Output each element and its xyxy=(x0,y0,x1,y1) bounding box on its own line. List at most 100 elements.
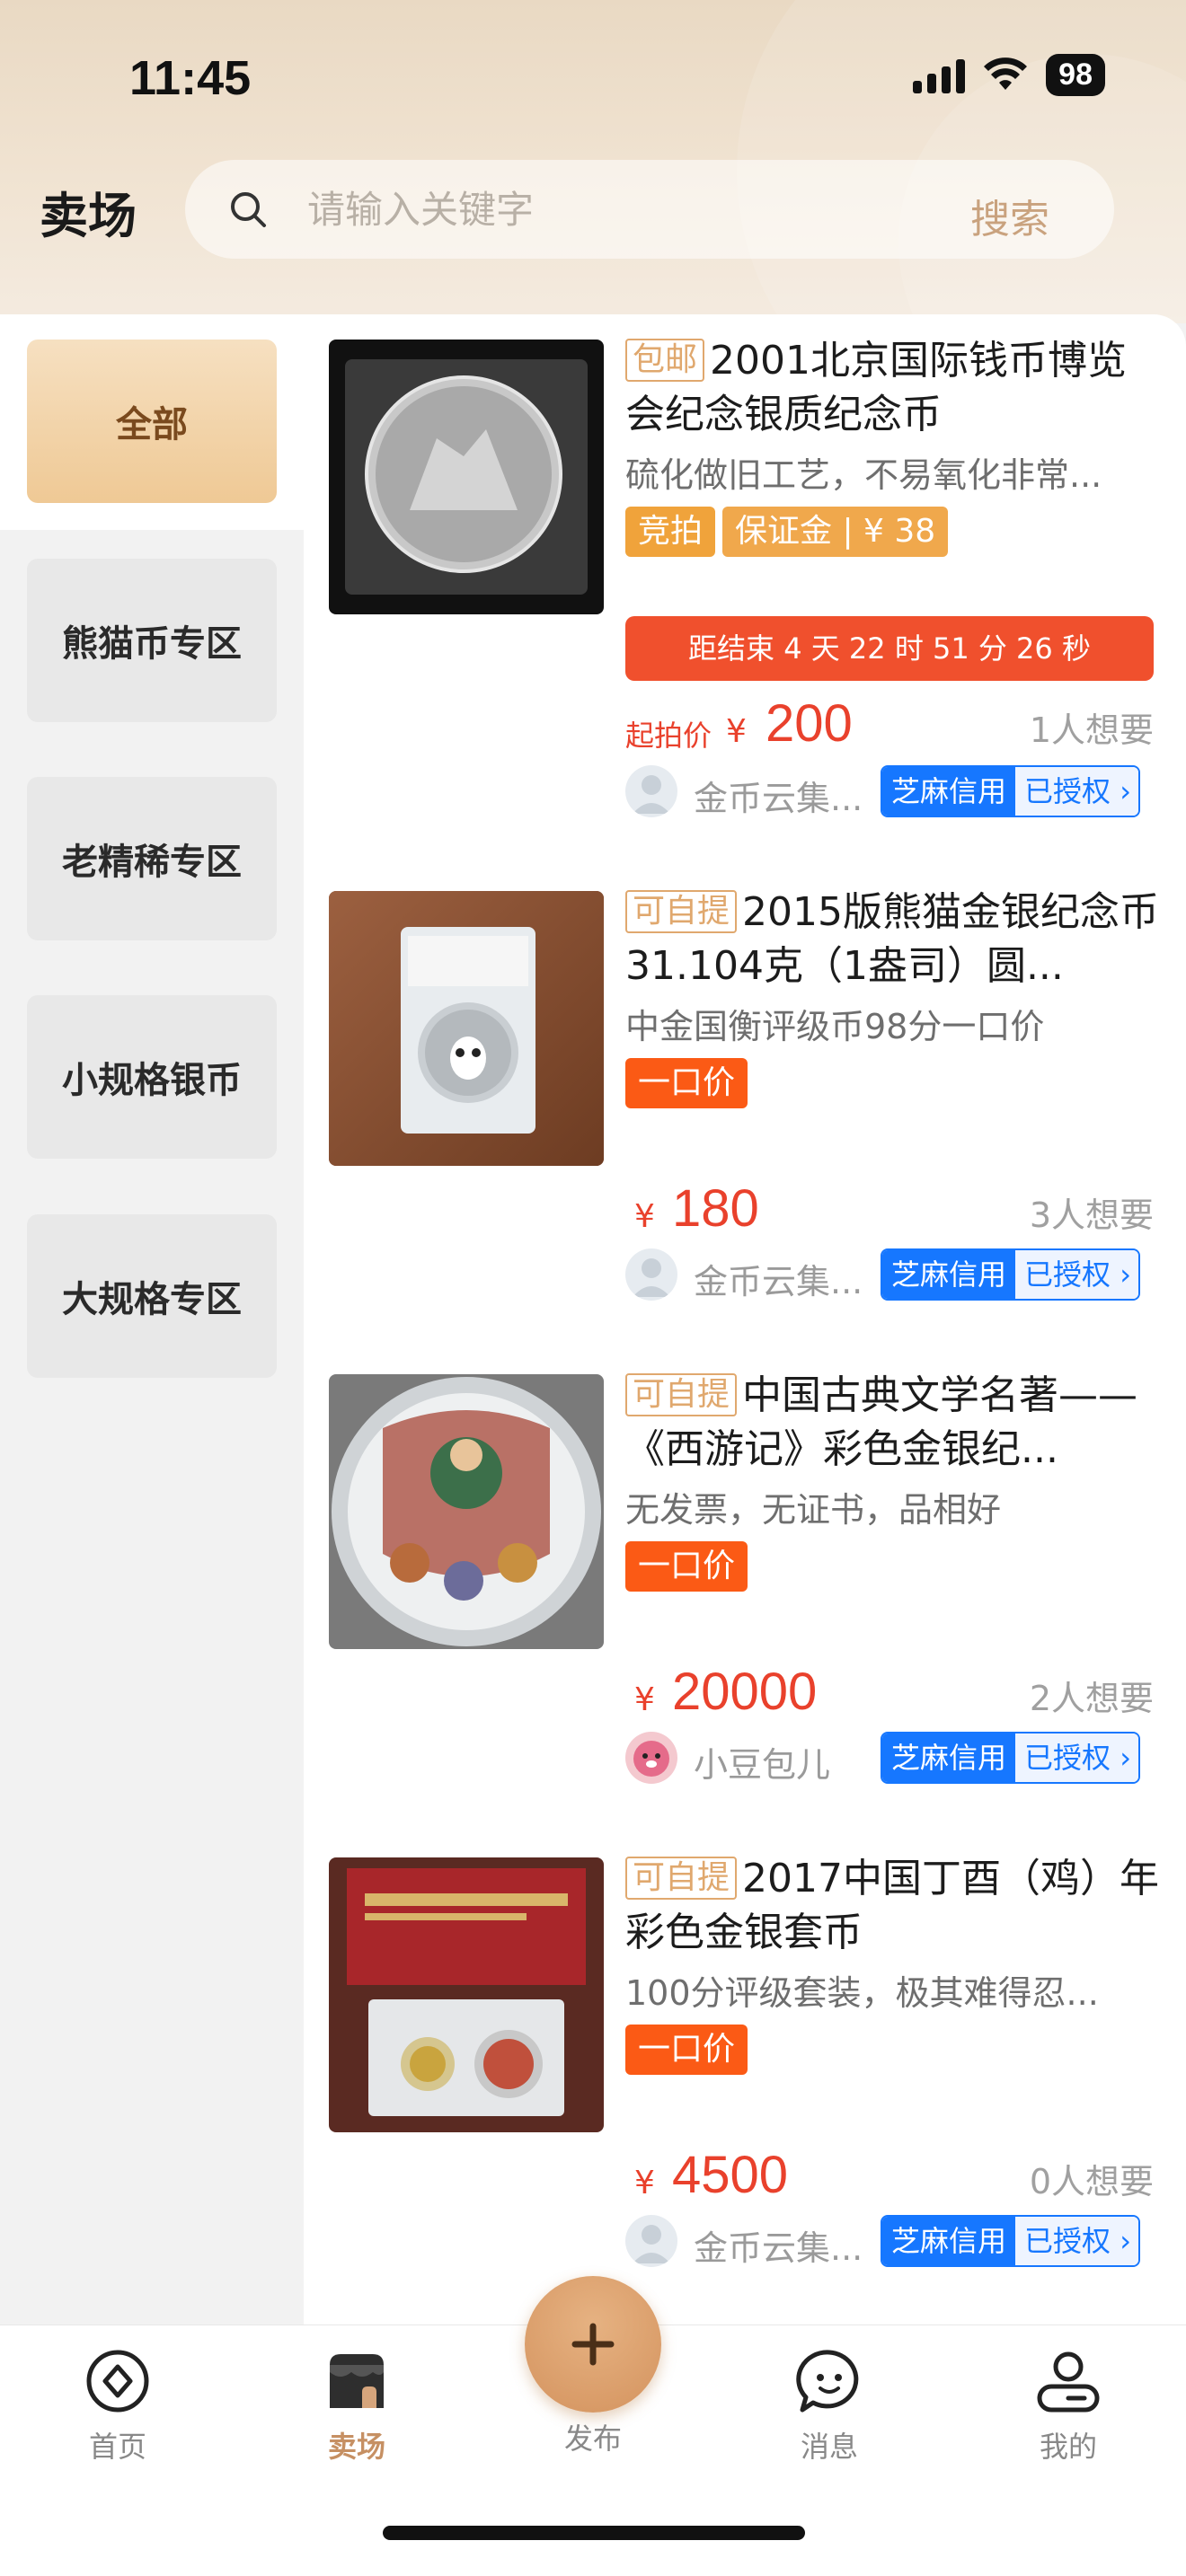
status-icons: 98 xyxy=(913,54,1105,96)
seller-row: 金币云集... 芝麻信用 已授权 › xyxy=(625,765,1164,820)
nav-profile[interactable]: 我的 xyxy=(1001,2345,1136,2466)
auction-countdown: 距结束 4 天 22 时 51 分 26 秒 xyxy=(625,616,1154,681)
home-compass-icon xyxy=(86,2350,149,2413)
credit-status: 已授权 › xyxy=(1015,1250,1138,1299)
wants-count: 3人想要 xyxy=(1029,1195,1154,1235)
price-row: ¥ 20000 2人想要 xyxy=(625,1658,1154,1721)
listing-panel: 包邮 2001北京国际钱币博览会纪念银质纪念币 硫化做旧工艺，不易氧化非常... … xyxy=(304,314,1186,2326)
wifi-icon xyxy=(984,57,1028,90)
listing-badges: 竞拍 保证金 | ¥ 38 xyxy=(625,507,949,557)
list-item[interactable]: 可自提 2017中国丁酉（鸡）年彩色金银套币 100分评级套装，极其难得忍... … xyxy=(329,1832,1164,2317)
listing-description: 无发票，无证书，品相好 xyxy=(625,1490,1002,1530)
credit-badge[interactable]: 芝麻信用 已授权 › xyxy=(881,765,1140,817)
seller-name[interactable]: 小豆包儿 xyxy=(694,1737,873,1786)
avatar[interactable] xyxy=(625,1732,677,1784)
wants-count: 2人想要 xyxy=(1029,1679,1154,1718)
store-icon xyxy=(330,2354,384,2408)
seller-row: 小豆包儿 芝麻信用 已授权 › xyxy=(625,1732,1164,1786)
price-value: 180 xyxy=(672,1179,759,1238)
credit-badge[interactable]: 芝麻信用 已授权 › xyxy=(881,1248,1140,1301)
currency-symbol: ¥ xyxy=(634,1681,655,1718)
seller-row: 金币云集... 芝麻信用 已授权 › xyxy=(625,1248,1164,1301)
nav-label: 我的 xyxy=(1039,2430,1097,2464)
nav-label: 首页 xyxy=(88,2430,146,2464)
listing-description: 100分评级套装，极其难得忍... xyxy=(625,1973,1099,2013)
search-icon xyxy=(231,192,266,227)
pickup-tag: 可自提 xyxy=(625,1373,738,1416)
sidebar-item-large[interactable]: 大规格专区 xyxy=(27,1214,277,1378)
deposit-badge: 保证金 | ¥ 38 xyxy=(722,507,949,557)
pickup-tag: 可自提 xyxy=(625,890,738,933)
category-sidebar: 全部 熊猫币专区 老精稀专区 小规格银币 大规格专区 xyxy=(0,314,304,2326)
credit-label: 芝麻信用 xyxy=(882,767,1016,816)
seller-name[interactable]: 金币云集... xyxy=(694,1254,873,1303)
plus-icon xyxy=(571,2323,615,2366)
nav-label: 卖场 xyxy=(327,2430,385,2464)
credit-badge[interactable]: 芝麻信用 已授权 › xyxy=(881,2215,1140,2267)
profile-icon xyxy=(1037,2351,1100,2413)
listing-title: 可自提 2015版熊猫金银纪念币31.104克（1盎司）圆... xyxy=(625,886,1164,993)
publish-label: 发布 xyxy=(563,2422,622,2456)
product-image xyxy=(329,1374,604,1649)
seller-name[interactable]: 金币云集... xyxy=(694,2220,873,2270)
battery-icon: 98 xyxy=(1046,54,1105,96)
search-bar[interactable]: 搜索 xyxy=(185,160,1114,259)
price-row: 起拍价 ¥ 200 1人想要 xyxy=(625,690,1154,753)
list-item[interactable]: 包邮 2001北京国际钱币博览会纪念银质纪念币 硫化做旧工艺，不易氧化非常... … xyxy=(329,314,1164,818)
home-indicator xyxy=(383,2526,805,2540)
pickup-tag: 可自提 xyxy=(625,1857,738,1900)
currency-symbol: ¥ xyxy=(726,713,747,750)
listing-badges: 一口价 xyxy=(625,1058,748,1108)
avatar[interactable] xyxy=(625,2215,677,2267)
publish-button[interactable] xyxy=(525,2276,661,2413)
price-row: ¥ 180 3人想要 xyxy=(625,1175,1154,1238)
nav-messages[interactable]: 消息 xyxy=(762,2345,897,2466)
credit-label: 芝麻信用 xyxy=(882,1250,1016,1299)
wants-count: 0人想要 xyxy=(1029,2162,1154,2201)
nav-home[interactable]: 首页 xyxy=(50,2345,185,2466)
page-title: 卖场 xyxy=(40,188,137,244)
avatar[interactable] xyxy=(625,1248,677,1301)
price-value: 20000 xyxy=(672,1663,818,1721)
listing-title: 包邮 2001北京国际钱币博览会纪念银质纪念币 xyxy=(625,334,1164,442)
fixed-price-badge: 一口价 xyxy=(625,2025,748,2075)
search-button[interactable]: 搜索 xyxy=(970,187,1049,244)
sidebar-item-all[interactable]: 全部 xyxy=(27,340,277,503)
product-image xyxy=(329,1857,604,2132)
nav-market[interactable]: 卖场 xyxy=(289,2345,424,2466)
currency-symbol: ¥ xyxy=(634,2165,655,2201)
sidebar-item-vintage[interactable]: 老精稀专区 xyxy=(27,777,277,940)
sidebar-item-panda[interactable]: 熊猫币专区 xyxy=(27,559,277,722)
credit-label: 芝麻信用 xyxy=(882,1734,1016,1782)
listing-badges: 一口价 xyxy=(625,2025,748,2075)
price-value: 200 xyxy=(766,694,853,753)
price-value: 4500 xyxy=(672,2146,789,2204)
seller-name[interactable]: 金币云集... xyxy=(694,771,873,820)
fixed-price-badge: 一口价 xyxy=(625,1058,748,1108)
credit-status: 已授权 › xyxy=(1015,2217,1138,2265)
list-item[interactable]: 可自提 中国古典文学名著——《西游记》彩色金银纪... 无发票，无证书，品相好 一… xyxy=(329,1349,1164,1834)
shipping-tag: 包邮 xyxy=(625,339,705,382)
nav-label: 消息 xyxy=(800,2430,858,2464)
price-row: ¥ 4500 0人想要 xyxy=(625,2141,1154,2204)
credit-label: 芝麻信用 xyxy=(882,2217,1016,2265)
chat-bubble-icon xyxy=(796,2350,859,2413)
list-item[interactable]: 可自提 2015版熊猫金银纪念币31.104克（1盎司）圆... 中金国衡评级币9… xyxy=(329,866,1164,1351)
currency-symbol: ¥ xyxy=(634,1198,655,1235)
avatar[interactable] xyxy=(625,765,677,817)
credit-status: 已授权 › xyxy=(1015,1734,1138,1782)
credit-status: 已授权 › xyxy=(1015,767,1138,816)
sidebar-item-small-silver[interactable]: 小规格银币 xyxy=(27,995,277,1159)
listing-title: 可自提 中国古典文学名著——《西游记》彩色金银纪... xyxy=(625,1369,1164,1477)
price-label: 起拍价 xyxy=(625,719,712,753)
listing-title: 可自提 2017中国丁酉（鸡）年彩色金银套币 xyxy=(625,1852,1164,1960)
credit-badge[interactable]: 芝麻信用 已授权 › xyxy=(881,1732,1140,1784)
status-time: 11:45 xyxy=(129,51,252,105)
listing-badges: 一口价 xyxy=(625,1541,748,1592)
seller-row: 金币云集... 芝麻信用 已授权 › xyxy=(625,2215,1164,2270)
fixed-price-badge: 一口价 xyxy=(625,1541,748,1592)
signal-icon xyxy=(913,57,966,93)
product-image xyxy=(329,340,604,614)
product-image xyxy=(329,891,604,1166)
search-input[interactable] xyxy=(307,180,936,239)
